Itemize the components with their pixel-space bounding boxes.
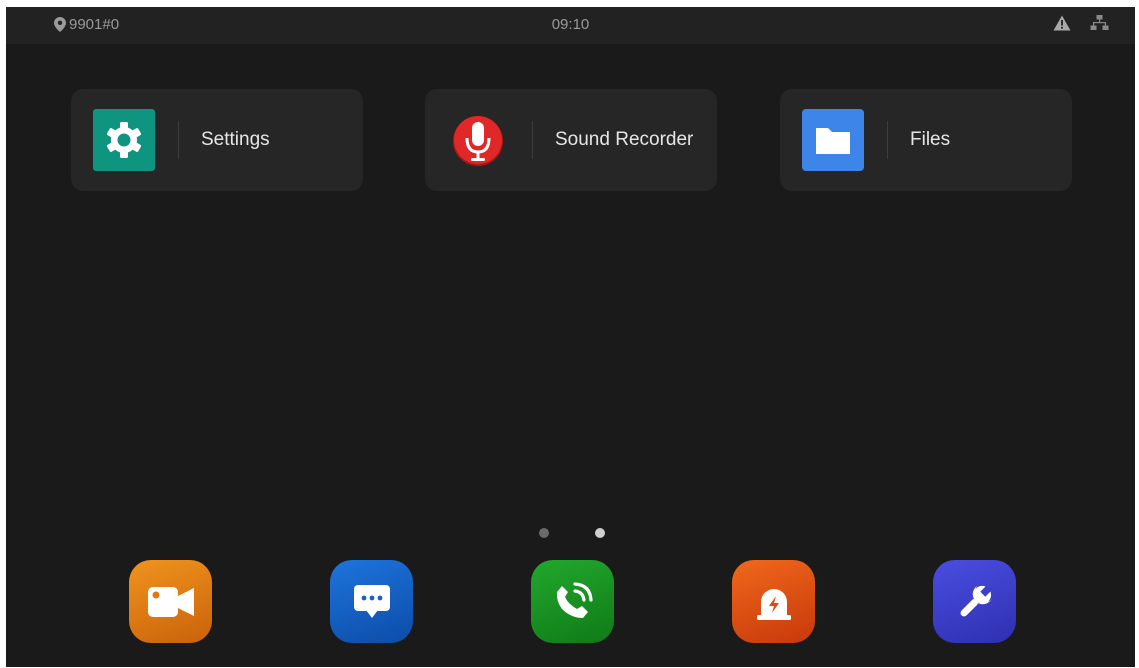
video-camera-button[interactable] bbox=[129, 560, 212, 643]
app-tile-sound-recorder[interactable]: Sound Recorder bbox=[425, 89, 717, 191]
page-indicator bbox=[6, 528, 1135, 540]
app-tile-files[interactable]: Files bbox=[780, 89, 1072, 191]
microphone-icon bbox=[447, 109, 509, 171]
video-camera-icon bbox=[147, 586, 194, 617]
clock: 09:10 bbox=[551, 16, 590, 33]
tools-button[interactable] bbox=[933, 560, 1016, 643]
page-dot-1[interactable] bbox=[539, 528, 549, 538]
home-screen: 9901#0 09:10 Settings Sound Recorder Fil… bbox=[6, 7, 1135, 667]
phone-call-icon bbox=[553, 581, 593, 622]
tile-divider bbox=[178, 121, 179, 159]
app-label: Settings bbox=[201, 129, 270, 150]
app-label: Sound Recorder bbox=[555, 129, 694, 150]
gear-icon bbox=[93, 109, 155, 171]
tile-divider bbox=[532, 121, 533, 159]
folder-icon bbox=[802, 109, 864, 171]
status-bar: 9901#0 09:10 bbox=[6, 7, 1135, 44]
message-icon bbox=[353, 584, 390, 619]
message-button[interactable] bbox=[330, 560, 413, 643]
alarm-icon bbox=[756, 583, 792, 621]
wrench-icon bbox=[956, 583, 994, 621]
network-icon[interactable] bbox=[1090, 15, 1109, 32]
app-label: Files bbox=[910, 129, 951, 150]
phone-call-button[interactable] bbox=[531, 560, 614, 643]
alarm-button[interactable] bbox=[732, 560, 815, 643]
warning-icon[interactable] bbox=[1053, 15, 1071, 32]
app-tile-settings[interactable]: Settings bbox=[71, 89, 363, 191]
page-dot-2-active[interactable] bbox=[595, 528, 605, 538]
tile-divider bbox=[887, 121, 888, 159]
